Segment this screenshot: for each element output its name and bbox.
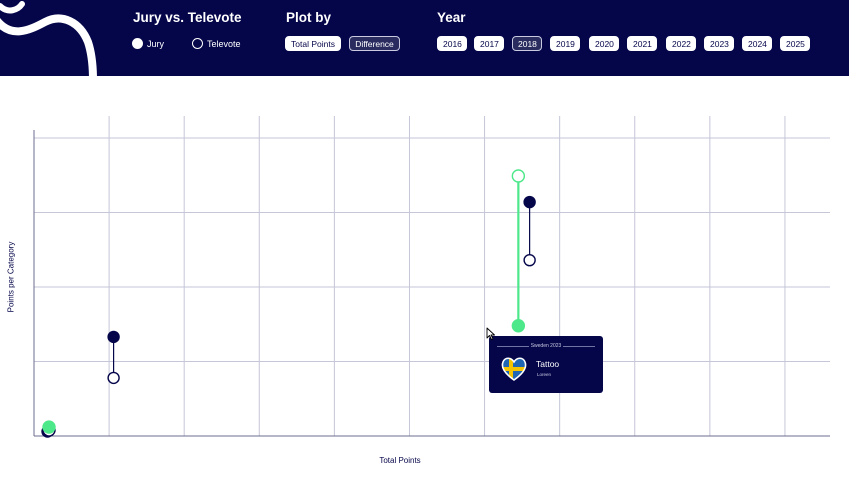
year-button-2019[interactable]: 2019 <box>550 36 580 51</box>
data-point <box>511 319 526 333</box>
data-point <box>107 371 120 385</box>
plot-total-points-button[interactable]: Total Points <box>285 36 341 51</box>
year-button-2025[interactable]: 2025 <box>780 36 810 51</box>
radio-jury-indicator <box>132 38 143 49</box>
year-button-2020[interactable]: 2020 <box>589 36 619 51</box>
radio-jury[interactable]: Jury <box>132 38 164 49</box>
year-button-2018[interactable]: 2018 <box>512 36 542 51</box>
app-root: Jury vs. Televote Jury Televote Plot by … <box>0 0 849 483</box>
year-button-2022[interactable]: 2022 <box>666 36 696 51</box>
top-header: Jury vs. Televote Jury Televote Plot by … <box>0 0 849 76</box>
radio-jury-label: Jury <box>147 38 165 49</box>
year-group-title: Year <box>437 10 466 25</box>
year-button-2016[interactable]: 2016 <box>437 36 467 51</box>
data-point <box>511 169 526 183</box>
plot-difference-button[interactable]: Difference <box>349 36 400 51</box>
data-point <box>523 253 536 267</box>
data-point <box>523 195 536 209</box>
data-point <box>42 420 56 434</box>
mouse-pointer-icon <box>486 327 495 340</box>
year-button-2017[interactable]: 2017 <box>474 36 504 51</box>
radio-televote-indicator <box>192 38 203 49</box>
chart-area <box>33 116 830 438</box>
radio-televote[interactable]: Televote <box>192 38 241 49</box>
radio-televote-label: Televote <box>207 38 241 49</box>
sweden-heart-icon <box>501 357 527 381</box>
y-axis-label: Points per Category <box>6 241 16 313</box>
year-button-2021[interactable]: 2021 <box>627 36 657 51</box>
x-axis-label: Total Points <box>379 456 421 465</box>
entry-tooltip: Sweden 2023 Tattoo Loreen <box>489 336 603 393</box>
data-point <box>107 330 120 344</box>
mode-group-title: Jury vs. Televote <box>133 10 242 25</box>
plot-group-title: Plot by <box>286 10 332 25</box>
tooltip-divider-right <box>563 346 595 347</box>
brand-swoosh-logo <box>0 1 97 76</box>
year-button-2024[interactable]: 2024 <box>742 36 772 51</box>
year-button-2023[interactable]: 2023 <box>704 36 734 51</box>
tooltip-song-title: Tattoo <box>536 359 560 369</box>
tooltip-artist: Loreen <box>537 372 552 377</box>
